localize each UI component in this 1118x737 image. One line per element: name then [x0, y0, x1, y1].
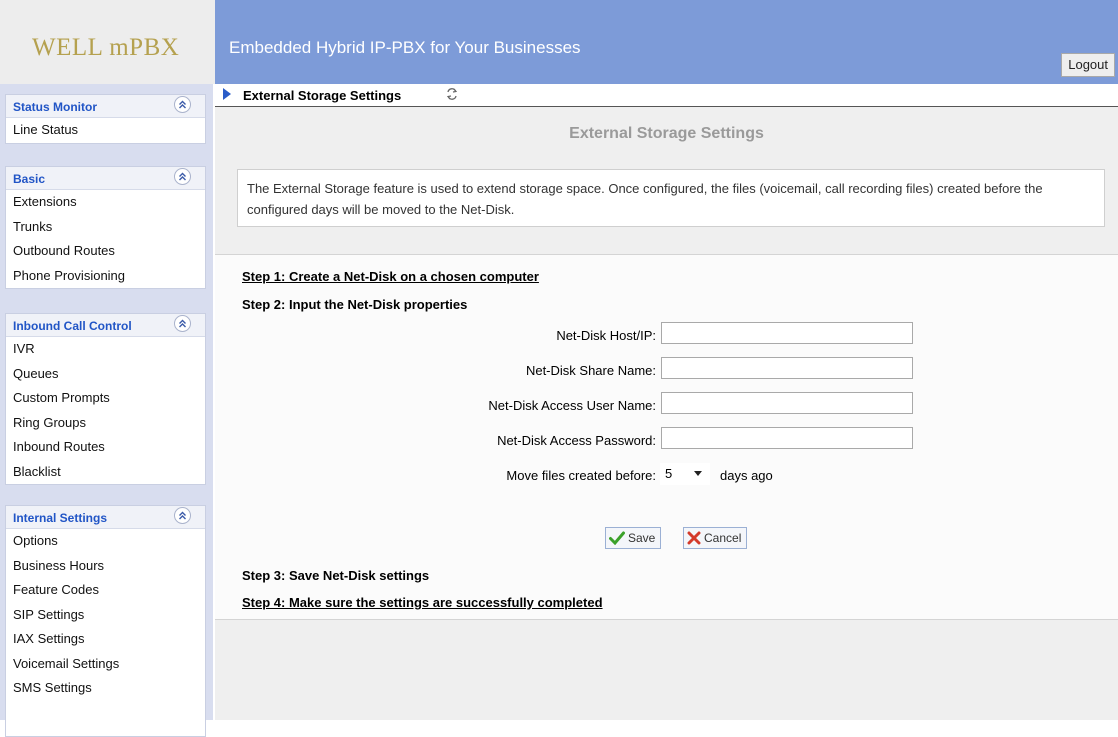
sidebar: Status Monitor Line Status Basic Extensi… — [0, 84, 213, 737]
sidebar-item-line-status[interactable]: Line Status — [6, 118, 205, 143]
info-text: The External Storage feature is used to … — [247, 181, 1043, 217]
days-select[interactable]: 5 — [660, 463, 710, 485]
double-chevron-up-icon[interactable] — [174, 507, 191, 524]
sidebar-item-blacklist[interactable]: Blacklist — [6, 460, 205, 485]
double-chevron-up-icon[interactable] — [174, 96, 191, 113]
menu-group-header[interactable]: Status Monitor — [6, 95, 205, 118]
double-chevron-up-icon[interactable] — [174, 168, 191, 185]
menu-group-title: Status Monitor — [13, 100, 97, 114]
menu-group-inbound-call-control: Inbound Call Control IVR Queues Custom P… — [5, 313, 206, 485]
sidebar-item-trunks[interactable]: Trunks — [6, 215, 205, 240]
sidebar-item-extensions[interactable]: Extensions — [6, 190, 205, 215]
menu-group-title: Internal Settings — [13, 511, 108, 525]
info-panel: The External Storage feature is used to … — [237, 169, 1105, 227]
sidebar-item-phone-provisioning[interactable]: Phone Provisioning — [6, 264, 205, 289]
cancel-label: Cancel — [704, 531, 742, 545]
sidebar-item-voicemail-settings[interactable]: Voicemail Settings — [6, 652, 205, 677]
share-name-label: Net-Disk Share Name: — [525, 363, 656, 378]
breadcrumb-title: External Storage Settings — [243, 88, 402, 103]
save-button[interactable]: Save — [605, 527, 662, 549]
menu-group-basic: Basic Extensions Trunks Outbound Routes … — [5, 166, 206, 289]
sidebar-item-ring-groups[interactable]: Ring Groups — [6, 411, 205, 436]
check-icon — [609, 531, 625, 545]
menu-group-title: Basic — [13, 172, 46, 186]
menu-group-title: Inbound Call Control — [13, 319, 132, 333]
user-name-input[interactable] — [661, 392, 913, 414]
sidebar-item-queues[interactable]: Queues — [6, 362, 205, 387]
main-content: External Storage Settings External Stora… — [215, 84, 1118, 720]
sidebar-item-feature-codes[interactable]: Feature Codes — [6, 578, 205, 603]
step-4-link[interactable]: Step 4: Make sure the settings are succe… — [242, 595, 603, 610]
sidebar-item-ivr[interactable]: IVR — [6, 337, 205, 362]
logo-area: WELL mPBX — [0, 0, 215, 84]
play-arrow-icon — [223, 88, 231, 100]
sidebar-item-business-hours[interactable]: Business Hours — [6, 554, 205, 579]
move-files-label: Move files created before: — [506, 468, 656, 483]
menu-group-header[interactable]: Basic — [6, 167, 205, 190]
sidebar-item-iax-settings[interactable]: IAX Settings — [6, 627, 205, 652]
days-suffix: days ago — [720, 468, 773, 483]
menu-group-status-monitor: Status Monitor Line Status — [5, 94, 206, 144]
header-bar: Embedded Hybrid IP-PBX for Your Business… — [215, 0, 1118, 84]
user-name-label: Net-Disk Access User Name: — [488, 398, 656, 413]
logout-button[interactable]: Logout — [1061, 53, 1115, 77]
days-select-value: 5 — [665, 466, 673, 481]
save-label: Save — [628, 531, 656, 545]
host-ip-label: Net-Disk Host/IP: — [556, 328, 656, 343]
sidebar-item-inbound-routes[interactable]: Inbound Routes — [6, 435, 205, 460]
breadcrumb: External Storage Settings — [215, 84, 1118, 107]
sidebar-item-options[interactable]: Options — [6, 529, 205, 554]
logo: WELL mPBX — [32, 34, 180, 61]
header-title: Embedded Hybrid IP-PBX for Your Business… — [229, 38, 581, 57]
share-name-input[interactable] — [661, 357, 913, 379]
sidebar-item-sms-settings[interactable]: SMS Settings — [6, 676, 205, 701]
cancel-button[interactable]: Cancel — [683, 527, 748, 549]
password-label: Net-Disk Access Password: — [497, 433, 656, 448]
host-ip-input[interactable] — [661, 322, 913, 344]
sidebar-item-sip-settings[interactable]: SIP Settings — [6, 603, 205, 628]
password-input[interactable] — [661, 427, 913, 449]
step-2-heading: Step 2: Input the Net-Disk properties — [242, 297, 468, 312]
dropdown-arrow-icon — [694, 471, 702, 476]
step-3-heading: Step 3: Save Net-Disk settings — [242, 568, 430, 583]
refresh-icon[interactable] — [445, 87, 459, 101]
page-title: External Storage Settings — [569, 125, 764, 142]
step-1-link[interactable]: Step 1: Create a Net-Disk on a chosen co… — [242, 269, 539, 284]
menu-group-header[interactable]: Internal Settings — [6, 506, 205, 529]
menu-group-header[interactable]: Inbound Call Control — [6, 314, 205, 337]
double-chevron-up-icon[interactable] — [174, 315, 191, 332]
sidebar-item-custom-prompts[interactable]: Custom Prompts — [6, 386, 205, 411]
x-icon — [687, 531, 701, 545]
menu-group-internal-settings: Internal Settings Options Business Hours… — [5, 505, 206, 737]
settings-form: Step 1: Create a Net-Disk on a chosen co… — [215, 254, 1118, 620]
sidebar-item-outbound-routes[interactable]: Outbound Routes — [6, 239, 205, 264]
